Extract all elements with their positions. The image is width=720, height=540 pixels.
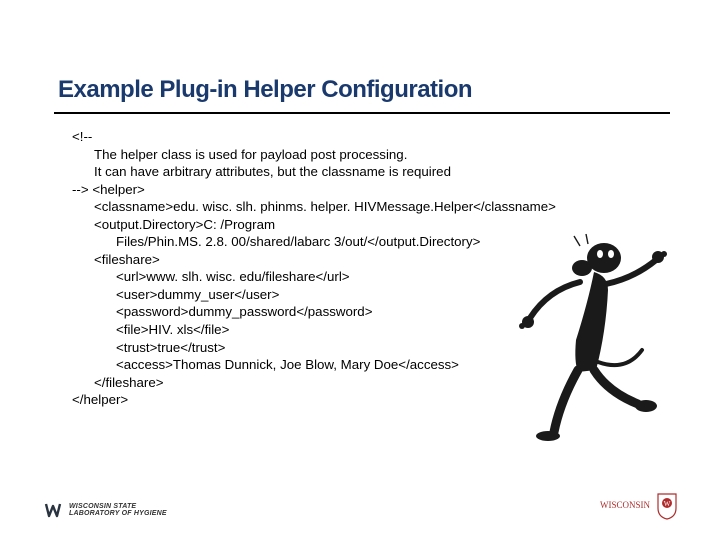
- code-line: </helper>: [72, 392, 128, 407]
- code-line: <output.Directory>C: /Program: [72, 216, 642, 234]
- slide-title: Example Plug-in Helper Configuration: [58, 76, 472, 104]
- code-line: <trust>true</trust>: [72, 339, 642, 357]
- svg-text:W: W: [664, 500, 671, 508]
- wslh-logo: [44, 502, 63, 518]
- code-line: <!--: [72, 129, 92, 144]
- footer-left: WISCONSIN STATE LABORATORY OF HYGIENE: [44, 502, 167, 518]
- org-line2: LABORATORY OF HYGIENE: [69, 510, 167, 517]
- code-line: <access>Thomas Dunnick, Joe Blow, Mary D…: [72, 356, 642, 374]
- code-line: <file>HIV. xls</file>: [72, 321, 642, 339]
- code-line: <password>dummy_password</password>: [72, 303, 642, 321]
- wslh-org-text: WISCONSIN STATE LABORATORY OF HYGIENE: [69, 503, 167, 518]
- code-line: The helper class is used for payload pos…: [72, 146, 642, 164]
- code-line: </fileshare>: [72, 374, 642, 392]
- org-line1: WISCONSIN STATE: [69, 503, 136, 510]
- code-line: <url>www. slh. wisc. edu/fileshare</url>: [72, 268, 642, 286]
- uw-wordmark: WISCONSIN: [600, 501, 650, 511]
- footer-right: WISCONSIN W: [600, 492, 678, 520]
- code-line: <user>dummy_user</user>: [72, 286, 642, 304]
- code-line: Files/Phin.MS. 2.8. 00/shared/labarc 3/o…: [72, 233, 642, 251]
- uw-crest-icon: W: [656, 492, 678, 520]
- code-line: <fileshare>: [72, 251, 642, 269]
- footer: WISCONSIN STATE LABORATORY OF HYGIENE WI…: [0, 486, 720, 522]
- xml-code-block: <!-- The helper class is used for payloa…: [72, 128, 642, 409]
- code-line: -->: [72, 182, 89, 197]
- code-line: <classname>edu. wisc. slh. phinms. helpe…: [72, 198, 642, 216]
- title-underline: [54, 112, 670, 114]
- code-line: <helper>: [92, 182, 145, 197]
- code-line: It can have arbitrary attributes, but th…: [72, 163, 642, 181]
